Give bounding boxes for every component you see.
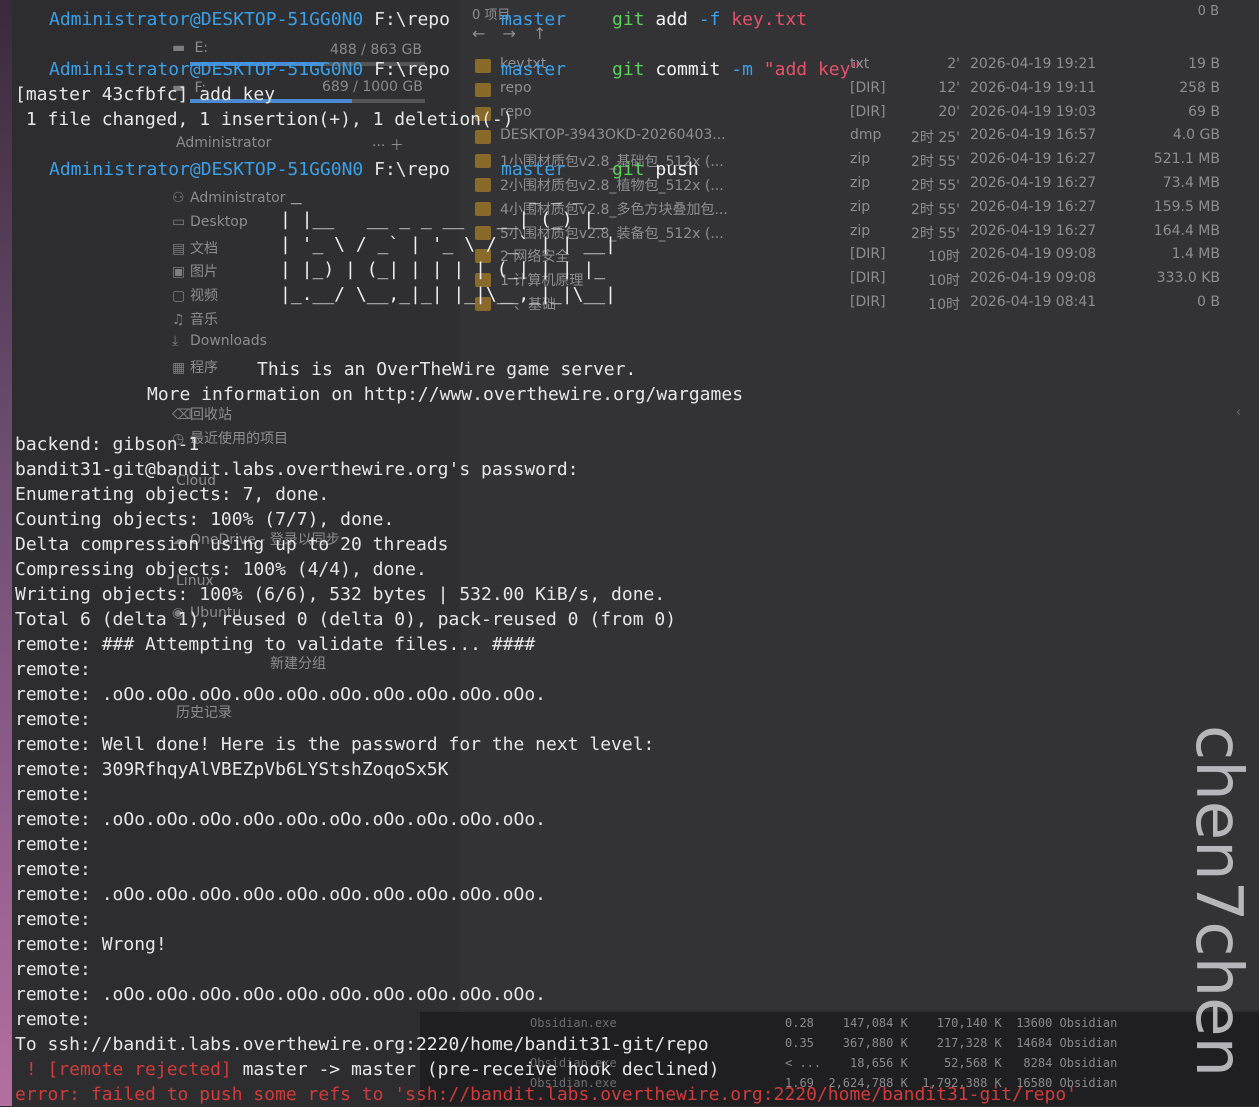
- output-line: To ssh://bandit.labs.overthewire.org:222…: [15, 1034, 709, 1055]
- prompt-path: F:\repo: [374, 159, 450, 180]
- output-line: remote: ### Attempting to validate files…: [15, 634, 536, 655]
- error-line: error: failed to push some refs to 'ssh:…: [15, 1084, 1078, 1105]
- prompt-line: Administrator@DESKTOP-51GG0N0 F:\repo: [49, 157, 450, 182]
- output-line: Writing objects: 100% (6/6), 532 bytes |…: [15, 584, 666, 605]
- prompt-line: Administrator@DESKTOP-51GG0N0 F:\repo: [49, 7, 450, 32]
- ascii-banner-line: _ _ _ _: [280, 184, 616, 205]
- prompt-user: Administrator@DESKTOP-51GG0N0: [49, 9, 364, 30]
- prompt-branch: master: [501, 159, 567, 180]
- rejected-label: ! [remote rejected]: [15, 1059, 232, 1080]
- ascii-banner-line: | '_ \ / _` | '_ \ / _` | | __|: [280, 234, 616, 255]
- commit-stats: 1 file changed, 1 insertion(+), 1 deleti…: [15, 109, 514, 130]
- prompt-path: F:\repo: [374, 9, 450, 30]
- output-line: remote: Wrong!: [15, 934, 167, 955]
- output-line: Delta compression using up to 20 threads: [15, 534, 449, 555]
- prompt-branch: master: [501, 9, 567, 30]
- output-line: remote: .oOo.oOo.oOo.oOo.oOo.oOo.oOo.oOo…: [15, 684, 547, 705]
- output-line: Compressing objects: 100% (4/4), done.: [15, 559, 427, 580]
- prompt-line: Administrator@DESKTOP-51GG0N0 F:\repo: [49, 57, 450, 82]
- ascii-banner-line: | |__ __ _ _ __ __| (_) |_: [280, 209, 616, 230]
- output-line: Counting objects: 100% (7/7), done.: [15, 509, 395, 530]
- terminal[interactable]: Administrator@DESKTOP-51GG0N0 F:\repo ma…: [0, 0, 1259, 1106]
- command-line: git commit -m "add key": [612, 59, 862, 80]
- output-line: remote:: [15, 859, 91, 880]
- command-line: git add -f key.txt: [612, 9, 808, 30]
- output-line: remote:: [15, 834, 91, 855]
- rejected-line: ! [remote rejected] master -> master (pr…: [15, 1059, 720, 1080]
- output-line: remote:: [15, 959, 91, 980]
- output-line: remote:: [15, 784, 91, 805]
- output-line: Total 6 (delta 1), reused 0 (delta 0), p…: [15, 609, 677, 630]
- banner-text: This is an OverTheWire game server.: [257, 359, 637, 380]
- output-line: backend: gibson-1: [15, 434, 200, 455]
- output-line: remote:: [15, 909, 91, 930]
- output-line: Enumerating objects: 7, done.: [15, 484, 330, 505]
- output-line: remote: .oOo.oOo.oOo.oOo.oOo.oOo.oOo.oOo…: [15, 809, 547, 830]
- banner-text: More information on http://www.overthewi…: [147, 384, 744, 405]
- prompt-user: Administrator@DESKTOP-51GG0N0: [49, 59, 364, 80]
- commit-summary: [master 43cfbfc] add key: [15, 84, 276, 105]
- output-line: remote: 309RfhqyAlVBEZpVb6LYStshZoqoSx5K: [15, 759, 449, 780]
- output-line: remote:: [15, 709, 91, 730]
- output-line: remote:: [15, 659, 91, 680]
- command-line: git push: [612, 159, 699, 180]
- prompt-path: F:\repo: [374, 59, 450, 80]
- ascii-banner-line: |_.__/ \__,_|_| |_|\__,_|_|\__|: [280, 284, 616, 305]
- prompt-branch: master: [501, 59, 567, 80]
- output-line: remote: .oOo.oOo.oOo.oOo.oOo.oOo.oOo.oOo…: [15, 884, 547, 905]
- ascii-banner-line: | |_) | (_| | | | | (_| | | |_: [280, 259, 616, 280]
- output-line: bandit31-git@bandit.labs.overthewire.org…: [15, 459, 579, 480]
- output-line: remote: Well done! Here is the password …: [15, 734, 655, 755]
- prompt-user: Administrator@DESKTOP-51GG0N0: [49, 159, 364, 180]
- output-line: remote: .oOo.oOo.oOo.oOo.oOo.oOo.oOo.oOo…: [15, 984, 547, 1005]
- output-line: remote:: [15, 1009, 91, 1030]
